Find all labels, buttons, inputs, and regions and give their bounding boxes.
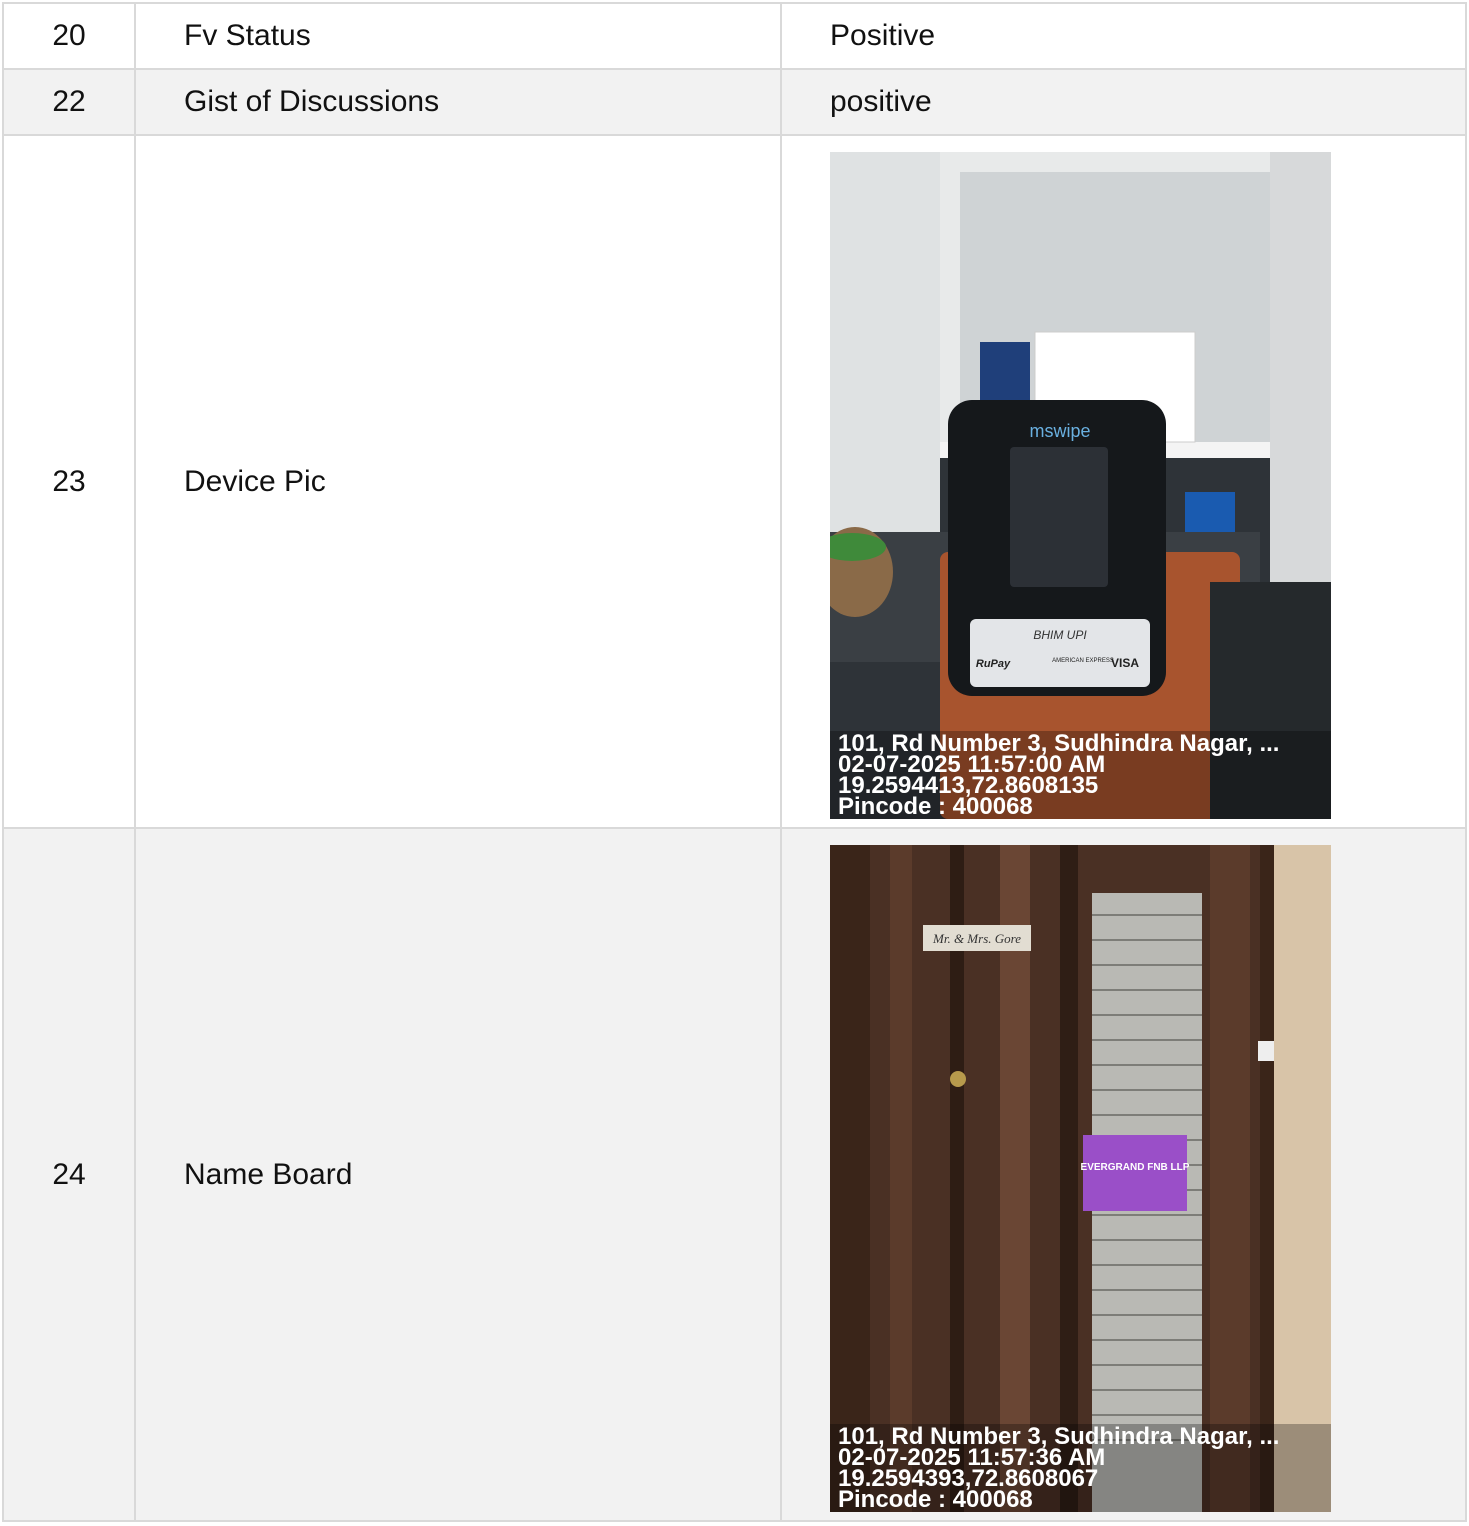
rupay-text: RuPay (976, 658, 1011, 670)
row-label: Device Pic (134, 134, 782, 829)
row-label: Fv Status (134, 2, 782, 70)
row-number: 20 (2, 2, 136, 70)
visa-text: VISA (1111, 656, 1139, 670)
nameplate-text: Mr. & Mrs. Gore (932, 931, 1021, 946)
table-row: 24 Name Board Mr. & Mrs. Gore EVERGRAND … (2, 827, 1467, 1522)
table-row: 20 Fv Status Positive (2, 2, 1467, 70)
name-board-photo: Mr. & Mrs. Gore EVERGRAND FNB LLP 101, R… (830, 845, 1331, 1512)
name-board-photo-image: Mr. & Mrs. Gore EVERGRAND FNB LLP (830, 845, 1331, 1512)
row-value: Positive (780, 2, 1467, 70)
photo-geo-stamp: 101, Rd Number 3, Sudhindra Nagar, ... 0… (830, 1424, 1331, 1512)
row-value: positive (780, 68, 1467, 136)
name-board-cell: Mr. & Mrs. Gore EVERGRAND FNB LLP 101, R… (780, 827, 1467, 1522)
table-row: 23 Device Pic mswipe BHIM UPI RuPay AMER… (2, 134, 1467, 829)
device-brand-text: mswipe (1029, 421, 1090, 441)
stamp-pincode: Pincode : 400068 (838, 793, 1033, 819)
row-number: 24 (2, 827, 136, 1522)
device-photo: mswipe BHIM UPI RuPay AMERICAN EXPRESS V… (830, 152, 1331, 819)
stamp-pincode: Pincode : 400068 (838, 1486, 1033, 1512)
device-pic-cell: mswipe BHIM UPI RuPay AMERICAN EXPRESS V… (780, 134, 1467, 829)
device-photo-image: mswipe BHIM UPI RuPay AMERICAN EXPRESS V… (830, 152, 1331, 819)
bhim-upi-text: BHIM UPI (1033, 628, 1087, 642)
board-title-text: EVERGRAND FNB LLP (1081, 1162, 1190, 1173)
row-number: 22 (2, 68, 136, 136)
table-row: 22 Gist of Discussions positive (2, 68, 1467, 136)
row-number: 23 (2, 134, 136, 829)
row-label: Gist of Discussions (134, 68, 782, 136)
row-label: Name Board (134, 827, 782, 1522)
amex-text: AMERICAN EXPRESS (1052, 658, 1114, 664)
verification-table: 20 Fv Status Positive 22 Gist of Discuss… (2, 2, 1467, 1522)
photo-geo-stamp: 101, Rd Number 3, Sudhindra Nagar, ... 0… (830, 731, 1331, 819)
